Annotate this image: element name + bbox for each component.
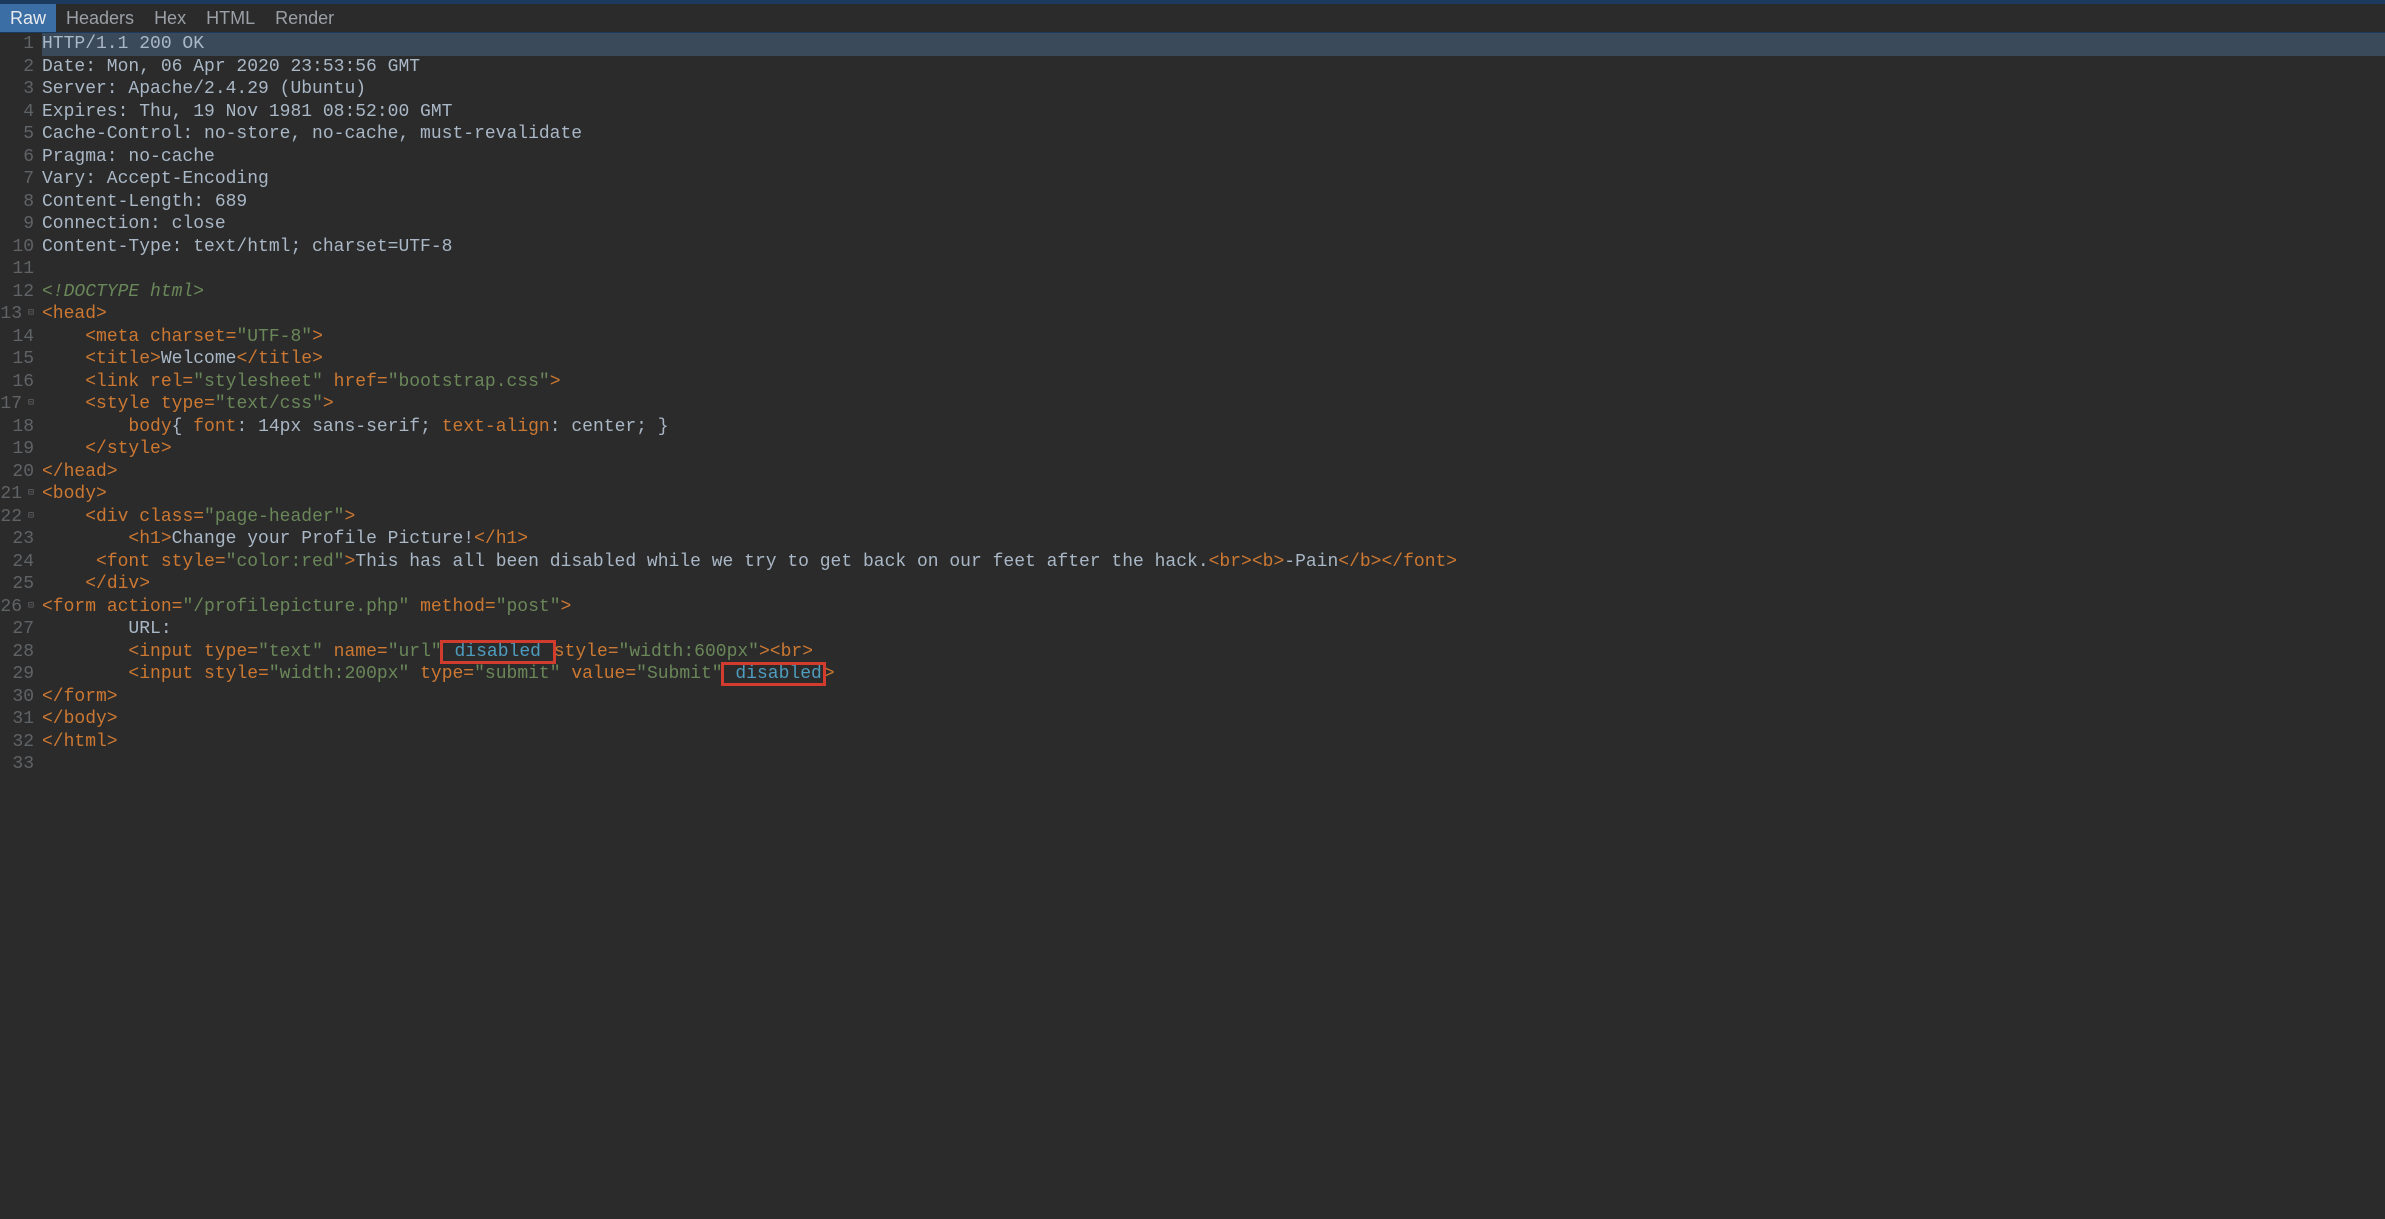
head-open: <head> [42,304,107,324]
fold-icon[interactable]: ⊟ [24,308,34,321]
code-line: <font style="color:red">This has all bee… [42,551,2385,574]
header-cache-control: Cache-Control: no-store, no-cache, must-… [42,124,582,144]
code-line: Content-Length: 689 [42,191,2385,214]
line-number: 9 [0,213,34,236]
code-line: Date: Mon, 06 Apr 2020 23:53:56 GMT [42,56,2385,79]
code-line: Content-Type: text/html; charset=UTF-8 [42,236,2385,259]
code-line: </head> [42,461,2385,484]
line-number: 14 [0,326,34,349]
tab-render[interactable]: Render [265,4,344,32]
line-number: 24 [0,551,34,574]
code-line: </html> [42,731,2385,754]
line-number: 33 [0,753,34,776]
line-number: 32 [0,731,34,754]
header-content-type: Content-Type: text/html; charset=UTF-8 [42,237,452,257]
code-line: Vary: Accept-Encoding [42,168,2385,191]
code-area[interactable]: HTTP/1.1 200 OK Date: Mon, 06 Apr 2020 2… [40,33,2385,776]
line-number: 30 [0,686,34,709]
code-line: <input type="text" name="url" disabled s… [42,641,2385,664]
header-vary: Vary: Accept-Encoding [42,169,269,189]
line-number: 7 [0,168,34,191]
line-number-gutter: 1 2 3 4 5 6 7 8 9 10 11 12 13⊟ 14 15 16 … [0,33,40,776]
code-line: <meta charset="UTF-8"> [42,326,2385,349]
line-number: 19 [0,438,34,461]
code-line: Cache-Control: no-store, no-cache, must-… [42,123,2385,146]
line-number: 25 [0,573,34,596]
line-number: 18 [0,416,34,439]
view-tabs: Raw Headers Hex HTML Render [0,4,2385,33]
fold-icon[interactable]: ⊟ [24,511,34,524]
line-number: 23 [0,528,34,551]
header-connection: Connection: close [42,214,226,234]
header-date: Date: Mon, 06 Apr 2020 23:53:56 GMT [42,57,420,77]
code-line: <input style="width:200px" type="submit"… [42,663,2385,686]
fold-icon[interactable]: ⊟ [24,398,34,411]
code-line: <!DOCTYPE html> [42,281,2385,304]
code-line: </form> [42,686,2385,709]
tab-headers[interactable]: Headers [56,4,144,32]
code-line: URL: [42,618,2385,641]
tab-hex[interactable]: Hex [144,4,196,32]
code-line: <h1>Change your Profile Picture!</h1> [42,528,2385,551]
line-number: 20 [0,461,34,484]
line-number: 31 [0,708,34,731]
line-number: 27 [0,618,34,641]
code-line: Expires: Thu, 19 Nov 1981 08:52:00 GMT [42,101,2385,124]
code-line: <body> [42,483,2385,506]
code-line: Server: Apache/2.4.29 (Ubuntu) [42,78,2385,101]
line-number: 29 [0,663,34,686]
code-line: <title>Welcome</title> [42,348,2385,371]
line-number: 15 [0,348,34,371]
code-line: body{ font: 14px sans-serif; text-align:… [42,416,2385,439]
tab-raw[interactable]: Raw [0,4,56,32]
header-expires: Expires: Thu, 19 Nov 1981 08:52:00 GMT [42,102,452,122]
code-line: </body> [42,708,2385,731]
code-line [42,753,2385,776]
line-number: 4 [0,101,34,124]
code-line: <link rel="stylesheet" href="bootstrap.c… [42,371,2385,394]
line-number: 22⊟ [0,506,34,529]
line-number: 17⊟ [0,393,34,416]
line-number: 21⊟ [0,483,34,506]
line-number: 10 [0,236,34,259]
http-status-line: HTTP/1.1 200 OK [42,34,204,54]
line-number: 2 [0,56,34,79]
code-line: <style type="text/css"> [42,393,2385,416]
line-number: 1 [0,33,34,56]
line-number: 28 [0,641,34,664]
code-line: Connection: close [42,213,2385,236]
code-line: HTTP/1.1 200 OK [42,33,2385,56]
code-line: <form action="/profilepicture.php" metho… [42,596,2385,619]
line-number: 8 [0,191,34,214]
header-content-length: Content-Length: 689 [42,192,247,212]
code-line [42,258,2385,281]
line-number: 6 [0,146,34,169]
code-line: <div class="page-header"> [42,506,2385,529]
highlight-disabled-attr: disabled [442,642,554,662]
line-number: 12 [0,281,34,304]
code-line: <head> [42,303,2385,326]
line-number: 16 [0,371,34,394]
code-line: </style> [42,438,2385,461]
editor: 1 2 3 4 5 6 7 8 9 10 11 12 13⊟ 14 15 16 … [0,33,2385,776]
line-number: 3 [0,78,34,101]
line-number: 26⊟ [0,596,34,619]
fold-icon[interactable]: ⊟ [24,601,34,614]
line-number: 11 [0,258,34,281]
line-number: 5 [0,123,34,146]
header-pragma: Pragma: no-cache [42,147,215,167]
line-number: 13⊟ [0,303,34,326]
tab-html[interactable]: HTML [196,4,265,32]
header-server: Server: Apache/2.4.29 (Ubuntu) [42,79,366,99]
fold-icon[interactable]: ⊟ [24,488,34,501]
code-line: </div> [42,573,2385,596]
doctype: <!DOCTYPE html> [42,282,204,302]
highlight-disabled-attr: disabled [723,664,824,684]
code-line: Pragma: no-cache [42,146,2385,169]
